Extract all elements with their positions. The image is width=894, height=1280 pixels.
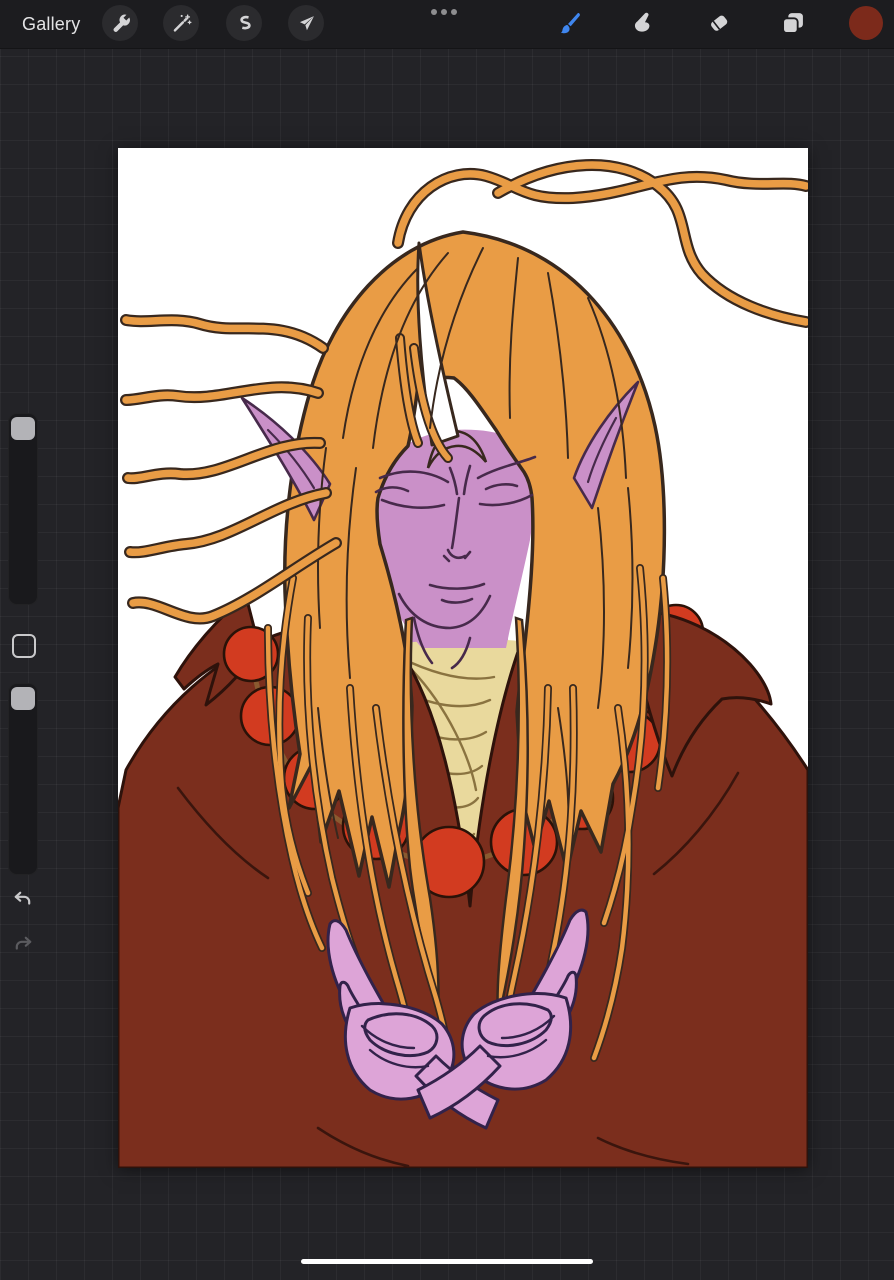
- selection-button[interactable]: [226, 5, 262, 41]
- wrench-icon: [113, 14, 130, 32]
- layers-icon: [782, 13, 803, 34]
- procreate-screen: Gallery: [0, 0, 894, 1280]
- canvas-options-button[interactable]: [431, 9, 457, 15]
- opacity-slider[interactable]: [8, 683, 38, 875]
- magic-wand-icon: [173, 13, 192, 32]
- drawing-canvas[interactable]: [118, 148, 808, 1168]
- erase-tool-button[interactable]: [705, 9, 733, 37]
- paint-tool-button[interactable]: [556, 9, 584, 37]
- selection-s-icon: [239, 15, 251, 29]
- ellipsis-icon: [431, 9, 437, 15]
- actions-button[interactable]: [102, 5, 138, 41]
- gallery-button[interactable]: Gallery: [22, 0, 80, 48]
- undo-icon: [14, 891, 31, 905]
- layers-button[interactable]: [779, 9, 807, 37]
- undo-button[interactable]: [11, 887, 35, 911]
- artwork-character-illustration: [118, 159, 808, 1168]
- modify-button[interactable]: [12, 634, 36, 658]
- top-toolbar: Gallery: [0, 0, 894, 49]
- color-swatch: [849, 6, 883, 40]
- brush-size-slider-handle[interactable]: [11, 417, 35, 440]
- opacity-slider-handle[interactable]: [11, 687, 35, 710]
- transform-button[interactable]: [288, 5, 324, 41]
- home-indicator[interactable]: [301, 1259, 593, 1264]
- color-swatch-button[interactable]: [849, 6, 883, 40]
- redo-button[interactable]: [11, 932, 35, 956]
- smudge-finger-icon: [634, 12, 650, 32]
- transform-arrow-icon: [299, 15, 314, 30]
- smudge-tool-button[interactable]: [629, 9, 657, 37]
- adjustments-button[interactable]: [163, 5, 199, 41]
- redo-icon: [15, 936, 32, 950]
- brush-icon: [560, 12, 580, 33]
- eraser-icon: [711, 15, 728, 31]
- brush-size-slider[interactable]: [8, 413, 38, 605]
